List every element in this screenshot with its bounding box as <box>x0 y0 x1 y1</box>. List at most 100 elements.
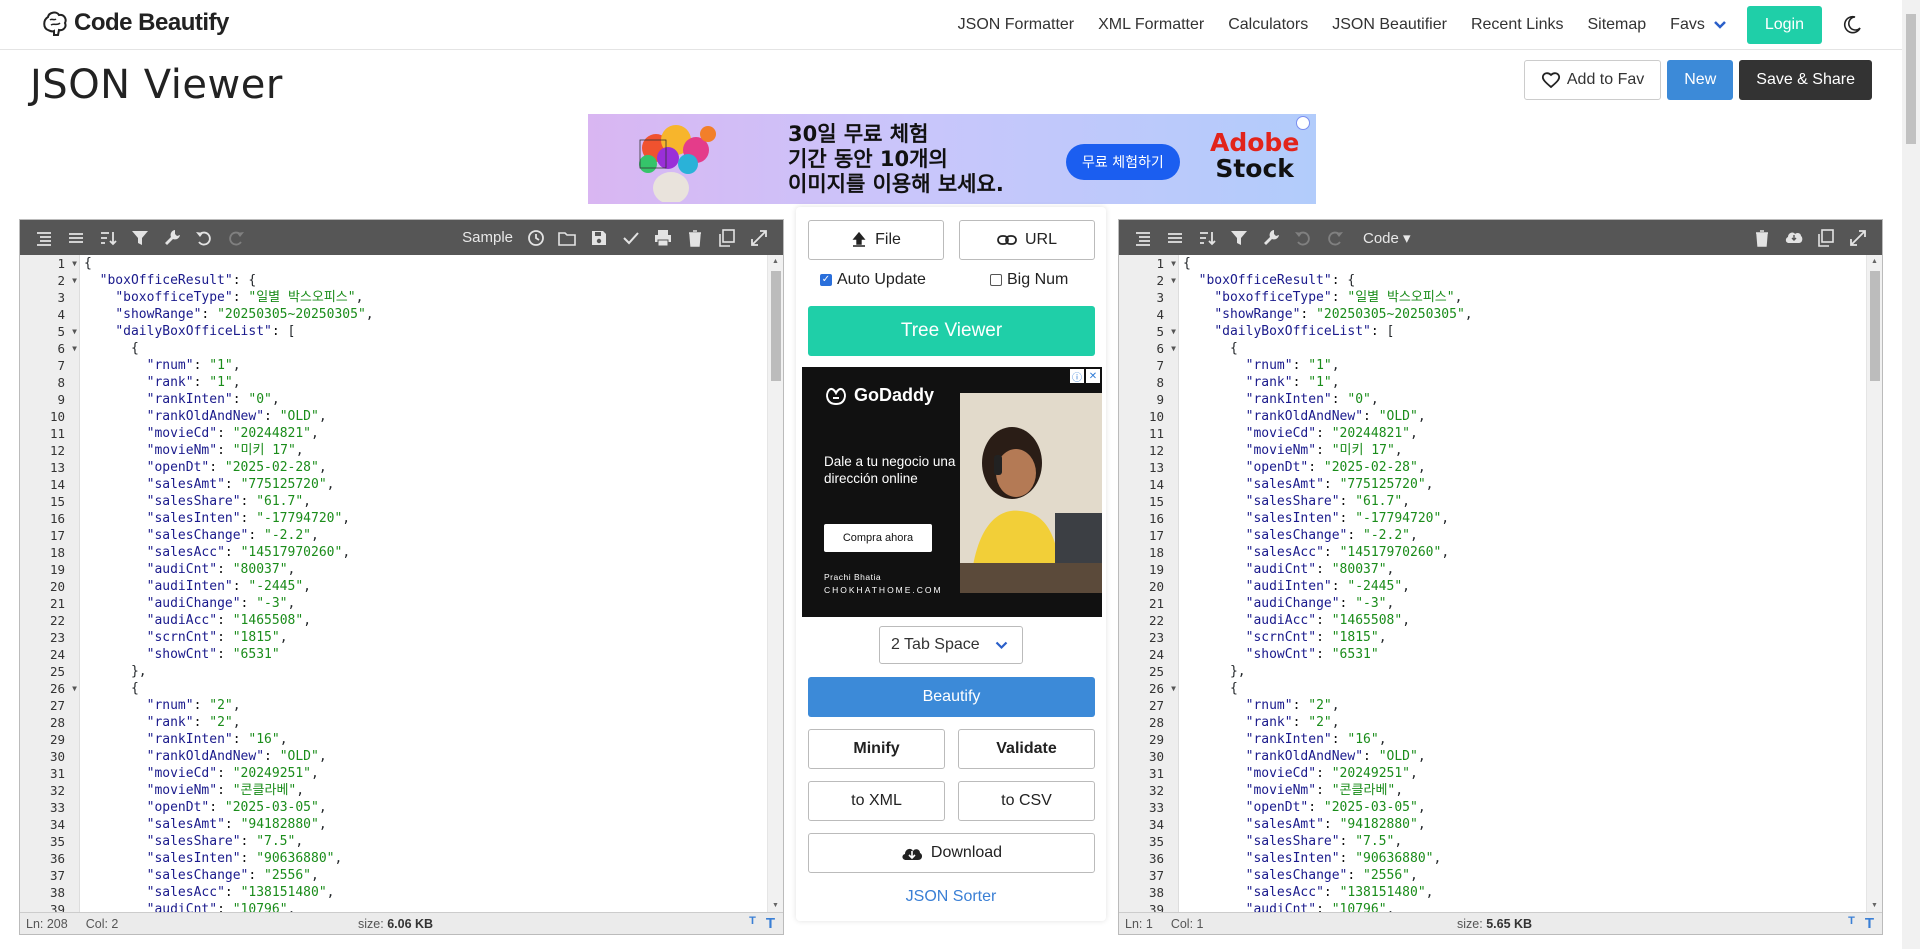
line-number: 1 ▼ <box>57 255 77 272</box>
nav-xml-formatter[interactable]: XML Formatter <box>1098 16 1204 34</box>
validate-button[interactable]: Validate <box>958 729 1095 769</box>
fullscreen-icon[interactable] <box>743 220 775 255</box>
nav-sitemap[interactable]: Sitemap <box>1587 16 1646 34</box>
line-number: 27 <box>49 698 65 713</box>
file-upload-button[interactable]: File <box>808 220 944 260</box>
fold-toggle-icon[interactable]: ▼ <box>72 680 77 697</box>
redo-icon[interactable] <box>220 220 252 255</box>
code-line: { <box>1183 681 1238 696</box>
fullscreen-icon[interactable] <box>1842 220 1874 255</box>
line-number: 9 <box>57 392 65 407</box>
to-xml-button[interactable]: to XML <box>808 781 945 821</box>
compact-icon[interactable] <box>60 220 92 255</box>
auto-update-checkbox[interactable]: ✓ Auto Update <box>820 271 926 289</box>
nav-json-beautifier[interactable]: JSON Beautifier <box>1332 16 1447 34</box>
code-line: "boxofficeType": "일별 박스오피스", <box>115 290 364 305</box>
fold-toggle-icon[interactable]: ▼ <box>72 272 77 289</box>
filter-icon[interactable] <box>1223 220 1255 255</box>
line-number: 18 <box>49 545 65 560</box>
clear-trash-icon[interactable] <box>1746 220 1778 255</box>
font-size-controls: T T <box>1848 915 1874 932</box>
decrease-font-icon[interactable]: T <box>1848 915 1855 932</box>
input-editor-scrollbar[interactable]: ▲ ▼ <box>767 255 783 912</box>
line-number: 24 <box>1148 647 1164 662</box>
fold-toggle-icon[interactable]: ▼ <box>1171 340 1176 357</box>
code-line: "rankOldAndNew": "OLD", <box>1245 749 1426 764</box>
copy-icon[interactable] <box>711 220 743 255</box>
increase-font-icon[interactable]: T <box>766 915 775 932</box>
page-scrollbar[interactable] <box>1902 0 1920 949</box>
line-number: 9 <box>1156 392 1164 407</box>
minify-button[interactable]: Minify <box>808 729 945 769</box>
fold-toggle-icon[interactable]: ▼ <box>1171 272 1176 289</box>
repair-wrench-icon[interactable] <box>156 220 188 255</box>
fold-toggle-icon[interactable]: ▼ <box>1171 323 1176 340</box>
fold-toggle-icon[interactable]: ▼ <box>72 323 77 340</box>
sort-icon[interactable] <box>1191 220 1223 255</box>
save-disk-icon[interactable] <box>583 220 615 255</box>
code-line: "rank": "1", <box>146 375 241 390</box>
fold-toggle-icon[interactable]: ▼ <box>1171 255 1176 272</box>
output-editor-scrollbar[interactable]: ▲ ▼ <box>1866 255 1882 912</box>
tab-space-value: 2 Tab Space <box>891 636 980 653</box>
to-csv-button[interactable]: to CSV <box>958 781 1095 821</box>
compact-icon[interactable] <box>1159 220 1191 255</box>
adchoices-icon[interactable] <box>1296 116 1310 130</box>
login-button[interactable]: Login <box>1746 6 1822 44</box>
copy-icon[interactable] <box>1810 220 1842 255</box>
fold-toggle-icon[interactable]: ▼ <box>72 340 77 357</box>
increase-font-icon[interactable]: T <box>1865 915 1874 932</box>
chevron-down-icon <box>995 641 1008 649</box>
ad-info-icon[interactable]: ⓘ <box>1070 369 1084 384</box>
link-icon <box>997 235 1017 245</box>
undo-icon[interactable] <box>188 220 220 255</box>
nav-recent-links[interactable]: Recent Links <box>1471 16 1564 34</box>
favs-dropdown[interactable]: Favs <box>1670 16 1727 34</box>
nav-json-formatter[interactable]: JSON Formatter <box>958 16 1074 34</box>
clear-trash-icon[interactable] <box>679 220 711 255</box>
tab-space-select[interactable]: 2 Tab Space <box>879 626 1023 664</box>
heart-icon <box>1541 72 1560 89</box>
undo-icon[interactable] <box>1287 220 1319 255</box>
nav-calculators[interactable]: Calculators <box>1228 16 1308 34</box>
sample-link[interactable]: Sample <box>462 229 513 246</box>
tree-viewer-button[interactable]: Tree Viewer <box>808 306 1095 356</box>
dark-mode-moon-icon[interactable] <box>1842 15 1862 35</box>
add-to-fav-button[interactable]: Add to Fav <box>1523 60 1662 100</box>
line-number: 4 <box>57 307 65 322</box>
godaddy-ad[interactable]: GoDaddy Dale a tu negocio una dirección … <box>802 367 1102 617</box>
redo-icon[interactable] <box>1319 220 1351 255</box>
brand-logo[interactable]: Code Beautify <box>40 8 229 38</box>
download-button[interactable]: Download <box>808 833 1095 873</box>
input-status-bar: Ln: 208 Col: 2 size: 6.06 KB T T <box>20 912 783 934</box>
sort-icon[interactable] <box>92 220 124 255</box>
output-mode-dropdown[interactable]: Code ▾ <box>1363 229 1411 247</box>
output-code-area[interactable]: { "boxOfficeResult": { "boxofficeType": … <box>1179 255 1866 912</box>
print-icon[interactable] <box>647 220 679 255</box>
repair-wrench-icon[interactable] <box>1255 220 1287 255</box>
beautify-button[interactable]: Beautify <box>808 677 1095 717</box>
adobe-stock-ad-banner[interactable]: 30일 무료 체험 기간 동안 10개의 이미지를 이용해 보세요. 무료 체험… <box>588 114 1316 204</box>
format-icon[interactable] <box>1127 220 1159 255</box>
brain-logo-icon <box>43 11 67 36</box>
history-icon[interactable] <box>519 220 551 255</box>
godaddy-cta-button[interactable]: Compra ahora <box>824 524 932 552</box>
url-button[interactable]: URL <box>959 220 1095 260</box>
input-code-area[interactable]: { "boxOfficeResult": { "boxofficeType": … <box>80 255 767 912</box>
fold-toggle-icon[interactable]: ▼ <box>72 255 77 272</box>
code-line: "showCnt": "6531" <box>146 647 280 662</box>
fold-toggle-icon[interactable]: ▼ <box>1171 680 1176 697</box>
new-button[interactable]: New <box>1667 60 1734 100</box>
open-folder-icon[interactable] <box>551 220 583 255</box>
format-icon[interactable] <box>28 220 60 255</box>
ad-close-icon[interactable]: ✕ <box>1086 369 1100 383</box>
cloud-download-icon[interactable] <box>1778 220 1810 255</box>
json-sorter-link[interactable]: JSON Sorter <box>796 888 1106 906</box>
filter-icon[interactable] <box>124 220 156 255</box>
save-share-button[interactable]: Save & Share <box>1739 60 1872 100</box>
validate-check-icon[interactable] <box>615 220 647 255</box>
code-line: "rank": "2", <box>146 715 241 730</box>
big-num-checkbox[interactable]: Big Num <box>990 271 1068 289</box>
decrease-font-icon[interactable]: T <box>749 915 756 932</box>
ad-cta-button[interactable]: 무료 체험하기 <box>1066 144 1180 180</box>
